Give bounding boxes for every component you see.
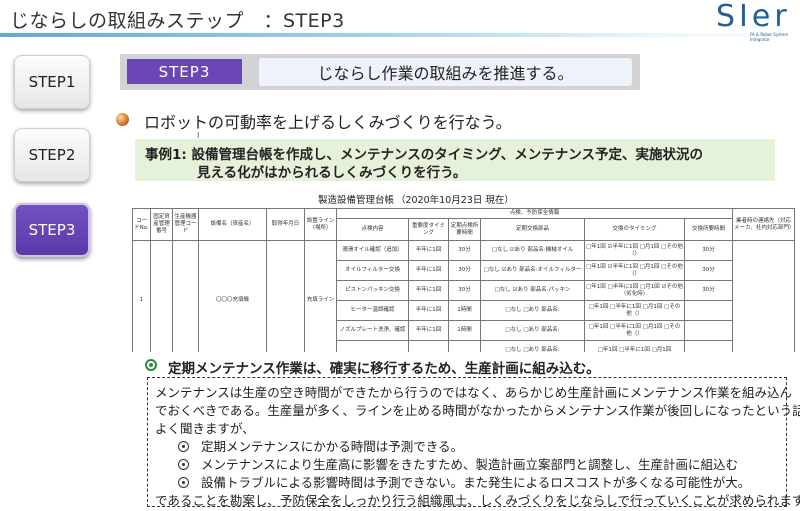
time-cell: 1時間 <box>448 320 481 341</box>
swap-cell <box>683 320 734 341</box>
timing-cell: □年1回 □半年に1回 □月1回 ☑その他（劣化時） <box>584 280 685 301</box>
notes-line-3: よく聞きますが、 <box>155 421 255 436</box>
code-cell: 1 <box>132 240 151 352</box>
notes-line-1: メンテナンスは生産の空き時間ができたから行うのではなく、あらかじめ生産計画にメン… <box>155 385 793 400</box>
freq-cell: 半年に1回 <box>408 300 449 321</box>
line-cell: 充填ライン <box>304 240 337 352</box>
target-circle-icon <box>145 359 157 371</box>
bullet-circle-icon <box>178 459 189 470</box>
header-cell: 取得年月日 <box>266 208 305 241</box>
notes-item: 定期メンテナンスにかかる時間は予測できる。 <box>178 436 463 455</box>
empty-cell <box>172 240 199 352</box>
timing-cell: □年1回 □半年に1回 □月1回 □その他（） <box>584 320 685 341</box>
header-cell: 生産機器管理コード <box>172 208 199 241</box>
bullet-circle-icon <box>178 477 189 488</box>
notes-item: メンテナンスにより生産高に影響をきたすため、製造計画立案部門と調整し、生産計画に… <box>178 454 738 473</box>
freq-cell: 半年に1回 <box>408 280 449 301</box>
bullet-circle-icon <box>178 441 189 452</box>
part-cell: □なし ☑あり 部品名:機械オイル <box>480 240 585 261</box>
notes-item-text: 定期メンテナンスにかかる時間は予測できる。 <box>201 439 464 454</box>
header-cell: 固定資産管理番号 <box>150 208 173 241</box>
freq-cell: 半年に1回 <box>408 260 449 281</box>
empty-cell <box>266 240 305 352</box>
header-cell: 業者時の連絡先（対応メーカ、社内対応部門） <box>732 208 796 241</box>
freq-cell: 半年に1回 <box>408 320 449 341</box>
part-cell: □なし ☑あり 部品名:オイルフィルター <box>480 260 585 281</box>
logo-subtitle: FA & Robot System Integrator <box>750 32 789 42</box>
notes-line-2: でおくべきである。生産量が多く、ラインを止める時間がなかったからメンテナンス作業… <box>155 403 800 418</box>
header-cell: 交換所要時間 <box>683 218 734 241</box>
example-box: 事例1: 設備管理台帳を作成し、メンテナンスのタイミング、メンテナンス予定、実施… <box>135 139 775 181</box>
swap-cell <box>683 340 734 352</box>
item-cell: 潤滑オイル確認（追加） <box>336 240 409 261</box>
part-cell: □なし ☑あり 部品名:パッキン <box>480 280 585 301</box>
swap-cell: 30分 <box>683 280 734 301</box>
equipment-ledger: 製造設備管理台帳 （2020年10月23日 現在） コードNo. 固定資産管理番… <box>128 190 798 352</box>
ledger-table: コードNo. 固定資産管理番号 生産機器管理コード 設備名（資産名） 取得年月日… <box>132 208 796 352</box>
header-group-cell: 点検、予防保全情報 <box>335 208 734 219</box>
header-cell: 設備名（資産名） <box>198 208 267 241</box>
item-cell <box>336 340 409 352</box>
notes-item-text: メンテナンスにより生産高に影響をきたすため、製造計画立案部門と調整し、生産計画に… <box>201 457 739 472</box>
swap-cell <box>683 300 734 321</box>
part-cell: □なし □あり 部品名: <box>480 320 585 341</box>
item-cell: ピストンパッキン交換 <box>336 280 409 301</box>
step-description: じならし作業の取組みを推進する。 <box>259 58 632 86</box>
equipment-cell: 〇〇〇充填機 <box>198 240 267 352</box>
notes-box: メンテナンスは生産の空き時間ができたから行うのではなく、あらかじめ生産計画にメン… <box>147 377 800 508</box>
time-cell: 30分 <box>448 260 481 281</box>
step-header-band: STEP3 じならし作業の取組みを推進する。 <box>120 54 640 90</box>
notes-item: 設備トラブルによる影響時間は予測できない。また発生によるロスコストが多くなる可能… <box>178 472 750 491</box>
part-cell: □なし □あり 部品名: <box>480 300 585 321</box>
header-cell: 設置ライン（場所） <box>304 208 337 241</box>
step-tag: STEP3 <box>127 59 242 84</box>
logo: SIer FA & Robot System Integrator <box>716 0 792 43</box>
title-divider <box>0 33 800 37</box>
timing-cell: □年1回 ☑半年に1回 □月1回 □その他（） <box>584 260 685 281</box>
item-cell: ヒーター温調確認 <box>336 300 409 321</box>
header-cell: 点検内容 <box>336 218 409 241</box>
header-cell: コードNo. <box>132 208 151 241</box>
timing-cell: □年1回 ☑半年に1回 □月1回 □その他（） <box>584 240 685 261</box>
time-cell: 30分 <box>448 280 481 301</box>
ledger-date: （2020年10月23日 現在） <box>396 195 514 206</box>
example-line-2: 見える化がはかられるしくみづくりを行う。 <box>197 165 467 181</box>
swap-cell: 30分 <box>683 260 734 281</box>
policy-heading: 定期メンテナンス作業は、確実に移行するため、生産計画に組み込む。 <box>168 361 600 377</box>
bullet-text: ロボットの可動率を上げるしくみづくりを行なう。 <box>144 113 512 132</box>
step3-button[interactable]: STEP3 <box>14 203 90 257</box>
page-title: じならしの取組みステップ ：STEP3 <box>10 10 345 32</box>
logo-mark: SIer <box>716 0 791 34</box>
step2-button[interactable]: STEP2 <box>14 128 90 182</box>
ledger-title: 製造設備管理台帳 <box>318 195 395 206</box>
empty-cell <box>150 240 173 352</box>
header-cell: 重要度タイミング <box>408 218 449 241</box>
freq-cell: 半年に1回 <box>408 240 449 261</box>
timing-cell: □年1回 □半年に1回 □月1回 □その他（） <box>584 300 685 321</box>
step1-button[interactable]: STEP1 <box>14 55 90 109</box>
part-cell: □なし □あり 部品名: <box>480 340 585 352</box>
header-cell: 定期点検所要時間 <box>448 218 481 241</box>
time-cell <box>448 340 481 352</box>
time-cell: 1時間 <box>448 300 481 321</box>
header-cell: 定期交換部品 <box>480 218 585 241</box>
header-cell: 交換のタイミング <box>584 218 685 241</box>
item-cell: ノズルプレート洗浄、確認 <box>336 320 409 341</box>
empty-cell <box>732 240 796 352</box>
swap-cell: 30分 <box>683 240 734 261</box>
time-cell: 30分 <box>448 240 481 261</box>
notes-closing: であることを勘案し、予防保全をしっかり行う組織風土、しくみづくりをじならしで行っ… <box>155 493 800 508</box>
example-line-1: 事例1: 設備管理台帳を作成し、メンテナンスのタイミング、メンテナンス予定、実施… <box>145 147 704 163</box>
timing-cell: □年1回 □半年に1回 □月1回 <box>584 340 685 352</box>
bullet-icon <box>116 113 129 126</box>
freq-cell <box>408 340 449 352</box>
item-cell: オイルフィルター交換 <box>336 260 409 281</box>
notes-item-text: 設備トラブルによる影響時間は予測できない。また発生によるロスコストが多くなる可能… <box>201 475 751 490</box>
table-row: 1 〇〇〇充填機 充填ライン 潤滑オイル確認（追加） 半年に1回 30分 □なし… <box>132 240 796 352</box>
